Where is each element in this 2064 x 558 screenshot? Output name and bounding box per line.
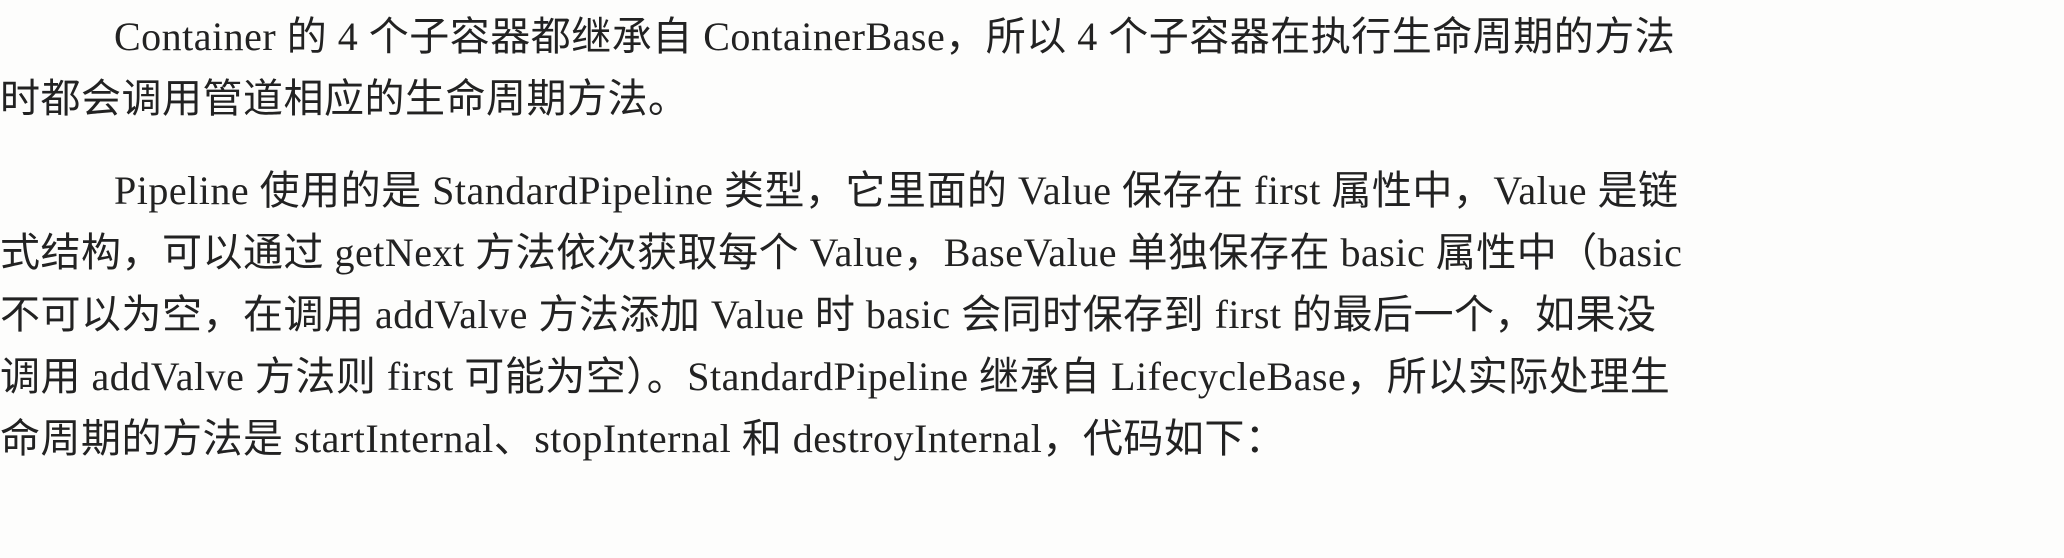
text-line: 调用 addValve 方法则 first 可能为空）。StandardPipe…: [0, 354, 1671, 399]
text-line: Pipeline 使用的是 StandardPipeline 类型，它里面的 V…: [114, 168, 1679, 213]
document-page: Container 的 4 个子容器都继承自 ContainerBase，所以 …: [0, 0, 2064, 558]
text-line: 时都会调用管道相应的生命周期方法。: [0, 76, 689, 121]
paragraph-pipeline: Pipeline 使用的是 StandardPipeline 类型，它里面的 V…: [0, 160, 2060, 470]
paragraph-container-lifecycle: Container 的 4 个子容器都继承自 ContainerBase，所以 …: [0, 6, 2060, 130]
text-line: 式结构，可以通过 getNext 方法依次获取每个 Value，BaseValu…: [0, 230, 1683, 275]
text-line: 不可以为空，在调用 addValve 方法添加 Value 时 basic 会同…: [0, 292, 1657, 337]
text-line: 命周期的方法是 startInternal、stopInternal 和 des…: [0, 416, 1286, 461]
text-line: Container 的 4 个子容器都继承自 ContainerBase，所以 …: [114, 14, 1676, 59]
